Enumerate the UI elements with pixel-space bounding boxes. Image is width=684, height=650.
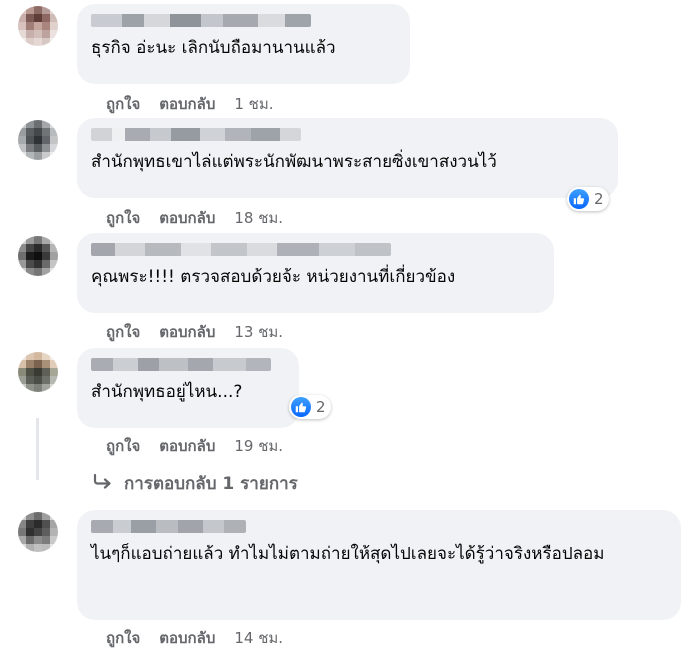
timestamp[interactable]: 18 ชม.: [234, 206, 283, 230]
avatar[interactable]: [18, 352, 58, 392]
comment-actions: ถูกใจ ตอบกลับ 18 ชม.: [106, 206, 283, 230]
like-link[interactable]: ถูกใจ: [106, 320, 140, 344]
author-name-redacted[interactable]: [91, 128, 301, 141]
comment-text: คุณพระ!!!! ตรวจสอบด้วยจ้ะ หน่วยงานที่เกี…: [91, 267, 456, 287]
like-link[interactable]: ถูกใจ: [106, 92, 140, 116]
thread-line: [36, 418, 39, 480]
timestamp[interactable]: 14 ชม.: [234, 626, 283, 650]
author-name-redacted[interactable]: [91, 14, 311, 27]
view-replies-link[interactable]: การตอบกลับ 1 รายการ: [92, 470, 298, 497]
reply-link[interactable]: ตอบกลับ: [159, 626, 215, 650]
timestamp[interactable]: 1 ชม.: [234, 92, 273, 116]
view-replies-label: การตอบกลับ 1 รายการ: [124, 474, 298, 494]
comment-bubble: สำนักพุทธเขาไล่แต่พระนักพัฒนาพระสายซิ่งเ…: [77, 118, 618, 198]
comment-text: ธุรกิจ อ่ะนะ เลิกนับถือมานานแล้ว: [91, 38, 336, 58]
reaction-summary[interactable]: 2: [567, 187, 609, 211]
reply-link[interactable]: ตอบกลับ: [159, 320, 215, 344]
reply-link[interactable]: ตอบกลับ: [159, 206, 215, 230]
avatar[interactable]: [18, 6, 58, 46]
reaction-count: 2: [316, 398, 326, 416]
avatar[interactable]: [18, 236, 58, 276]
author-name-redacted[interactable]: [91, 243, 391, 256]
comment-actions: ถูกใจ ตอบกลับ 13 ชม.: [106, 320, 283, 344]
avatar[interactable]: [18, 512, 58, 552]
comment-bubble: คุณพระ!!!! ตรวจสอบด้วยจ้ะ หน่วยงานที่เกี…: [77, 233, 554, 313]
avatar[interactable]: [18, 120, 58, 160]
like-link[interactable]: ถูกใจ: [106, 626, 140, 650]
comment-text: ไนๆก็แอบถ่ายแล้ว ทำไมไม่ตามถ่ายให้สุดไปเ…: [91, 544, 605, 564]
author-name-redacted[interactable]: [91, 358, 271, 371]
like-reaction-icon: [291, 397, 311, 417]
timestamp[interactable]: 19 ชม.: [234, 434, 283, 458]
comment-actions: ถูกใจ ตอบกลับ 1 ชม.: [106, 92, 274, 116]
author-name-redacted[interactable]: [91, 520, 246, 533]
like-link[interactable]: ถูกใจ: [106, 206, 140, 230]
timestamp[interactable]: 13 ชม.: [234, 320, 283, 344]
reply-link[interactable]: ตอบกลับ: [159, 434, 215, 458]
comment-text: สำนักพุทธเขาไล่แต่พระนักพัฒนาพระสายซิ่งเ…: [91, 152, 497, 172]
comment-actions: ถูกใจ ตอบกลับ 19 ชม.: [106, 434, 283, 458]
comment-actions: ถูกใจ ตอบกลับ 14 ชม.: [106, 626, 283, 650]
comment-text: สำนักพุทธอยู่ไหน...?: [91, 382, 243, 402]
comment-bubble: สำนักพุทธอยู่ไหน...?: [77, 348, 299, 428]
comment-bubble: ไนๆก็แอบถ่ายแล้ว ทำไมไม่ตามถ่ายให้สุดไปเ…: [77, 510, 681, 620]
reply-arrow-icon: [92, 473, 114, 494]
reaction-summary[interactable]: 2: [289, 395, 331, 419]
like-reaction-icon: [569, 189, 589, 209]
reply-link[interactable]: ตอบกลับ: [159, 92, 215, 116]
reaction-count: 2: [594, 190, 604, 208]
like-link[interactable]: ถูกใจ: [106, 434, 140, 458]
comment-bubble: ธุรกิจ อ่ะนะ เลิกนับถือมานานแล้ว: [77, 4, 410, 84]
